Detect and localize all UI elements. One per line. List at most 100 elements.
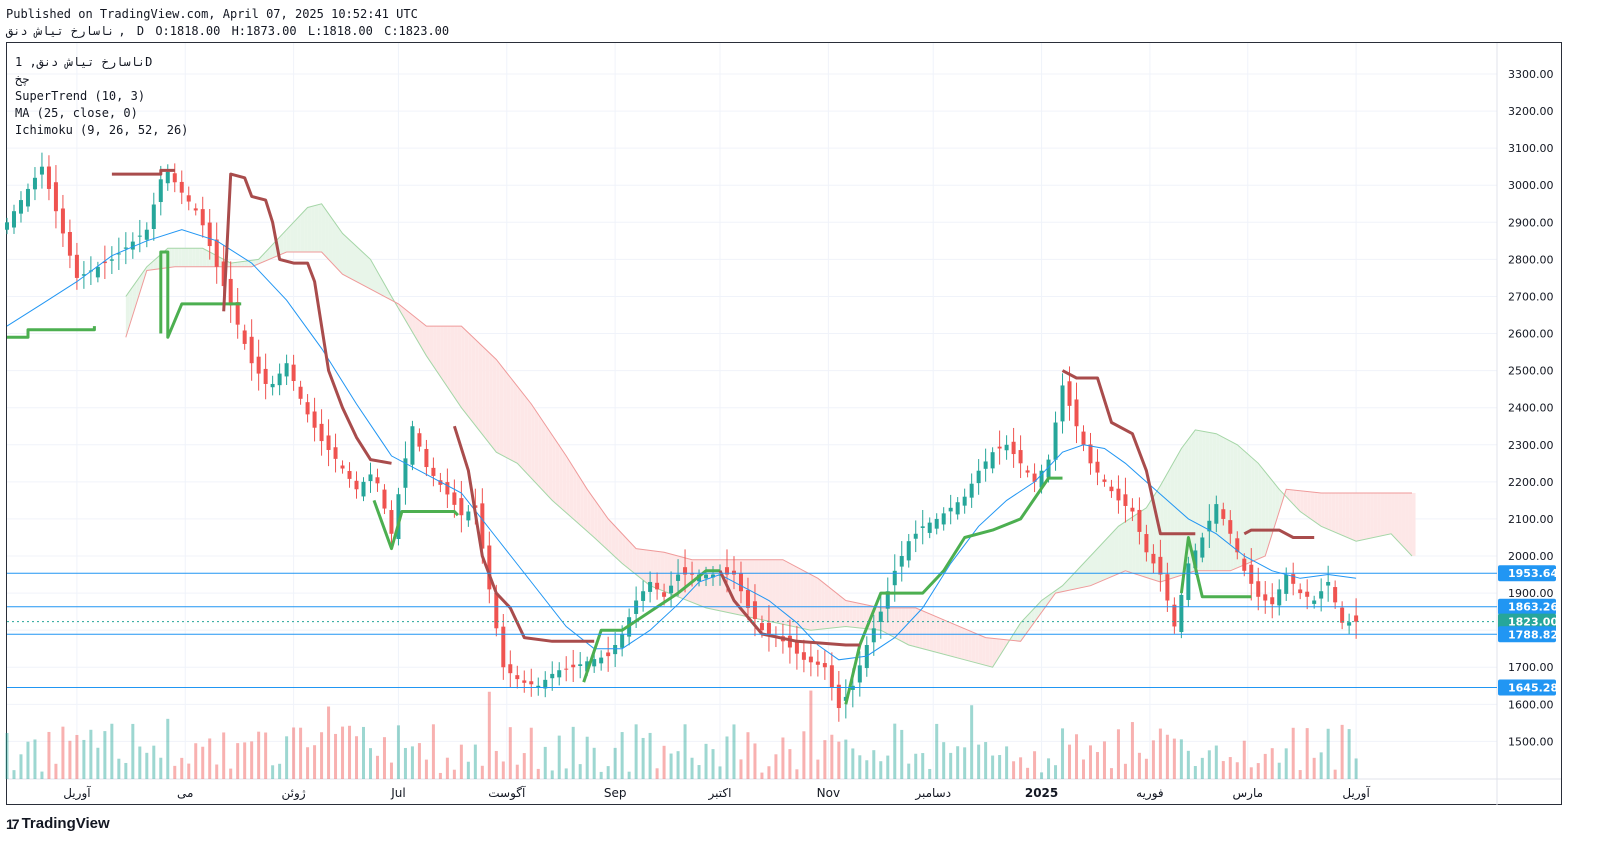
volume-bar: [396, 725, 400, 779]
ichimoku-cloud-segment: [611, 522, 616, 557]
ichimoku-cloud-segment: [199, 248, 203, 267]
candle-body: [550, 673, 555, 679]
ichimoku-cloud-segment: [447, 326, 451, 393]
candle-body: [1060, 385, 1065, 422]
candle-body: [109, 259, 114, 261]
candle-body: [1151, 553, 1156, 564]
volume-bar: [662, 745, 666, 779]
ichimoku-cloud-segment: [580, 478, 584, 529]
y-tick-label: 2100.00: [1508, 513, 1554, 526]
ichimoku-cloud-segment: [503, 368, 507, 458]
volume-bar: [928, 768, 932, 779]
ichimoku-cloud-segment: [1223, 437, 1227, 571]
volume-bar: [445, 757, 449, 779]
price-label: 1788.82: [1508, 628, 1558, 641]
volume-bar: [1270, 748, 1274, 779]
volume-bar: [998, 755, 1002, 779]
ichimoku-cloud-segment: [1401, 492, 1406, 549]
candle-body: [620, 633, 625, 648]
ichimoku-cloud-segment: [286, 226, 291, 252]
volume-bar: [1137, 752, 1141, 779]
volume-bar: [816, 759, 820, 779]
ichimoku-cloud-segment: [520, 390, 525, 471]
ichimoku-cloud-segment: [492, 356, 497, 453]
candle-body: [641, 591, 646, 601]
legend-ichimoku[interactable]: Ichimoku (9, 26, 52, 26): [15, 122, 188, 139]
ichimoku-cloud-segment: [772, 559, 776, 623]
ichimoku-cloud-segment: [660, 551, 665, 592]
candle-body: [808, 656, 813, 663]
ichimoku-cloud-segment: [1230, 441, 1234, 571]
ichimoku-cloud-segment: [831, 589, 836, 628]
candle-body: [445, 482, 450, 495]
x-tick-label: آوریل: [1342, 785, 1370, 801]
x-tick-label: فوریه: [1136, 786, 1164, 801]
candle-body: [74, 254, 79, 278]
volume-bar: [68, 740, 72, 779]
volume-bar: [1333, 769, 1337, 779]
y-tick-label: 2800.00: [1508, 253, 1554, 266]
candle-body: [794, 642, 799, 654]
volume-bar: [327, 706, 331, 779]
candle-body: [340, 465, 345, 469]
candle-body: [955, 502, 960, 515]
candle-body: [1179, 594, 1184, 633]
candle-body: [1102, 479, 1107, 482]
candle-body: [137, 235, 142, 237]
ichimoku-cloud-segment: [664, 552, 668, 593]
volume-bar: [110, 723, 114, 779]
volume-bar: [285, 736, 289, 779]
volume-bar: [54, 763, 58, 779]
candle-body: [948, 507, 953, 512]
candle-body: [997, 446, 1002, 449]
legend-supertrend[interactable]: SuperTrend (10, 3): [15, 88, 188, 105]
volume-bar: [781, 737, 785, 779]
volume-bar: [774, 754, 778, 779]
ichimoku-cloud-segment: [541, 419, 546, 493]
candle-body: [1053, 422, 1058, 460]
candle-body: [941, 513, 946, 525]
volume-bar: [1207, 750, 1211, 779]
volume-bar: [1102, 741, 1106, 779]
candle-body: [193, 208, 198, 211]
ichimoku-cloud-segment: [901, 607, 906, 644]
ichimoku-cloud-segment: [852, 601, 857, 628]
chart-canvas[interactable]: 1500.001600.001700.001800.001900.002000.…: [0, 0, 1598, 858]
volume-bar: [550, 770, 554, 779]
candle-body: [564, 668, 569, 670]
candle-body: [333, 447, 338, 459]
legend-ma[interactable]: MA (25, close, 0): [15, 105, 188, 122]
candle-body: [319, 423, 324, 442]
candle-body: [655, 582, 660, 590]
volume-bar: [466, 761, 470, 779]
candle-body: [200, 209, 205, 226]
volume-bar: [634, 724, 638, 779]
ichimoku-cloud-segment: [353, 243, 357, 282]
candle-body: [39, 166, 44, 175]
ichimoku-cloud-segment: [849, 601, 853, 628]
ichimoku-cloud-segment: [1125, 519, 1129, 572]
ichimoku-cloud-segment: [328, 213, 333, 264]
ichimoku-cloud-segment: [978, 634, 983, 665]
ichimoku-cloud-segment: [587, 489, 591, 535]
ichimoku-cloud-segment: [1251, 457, 1255, 562]
candle-body: [1228, 520, 1233, 534]
volume-bar: [417, 743, 421, 779]
tradingview-footer[interactable]: 17 TradingView: [6, 815, 110, 832]
supertrend-up-line: [7, 326, 96, 339]
ichimoku-cloud-segment: [548, 429, 553, 501]
volume-bar: [501, 761, 505, 779]
tradingview-brand: TradingView: [21, 815, 110, 832]
x-tick-label: ژوئن: [282, 786, 306, 801]
ichimoku-cloud-segment: [1170, 460, 1175, 579]
ichimoku-cloud-segment: [513, 381, 518, 464]
y-tick-label: 3300.00: [1508, 68, 1554, 81]
ichimoku-cloud-segment: [590, 494, 595, 538]
ichimoku-cloud-segment: [1261, 467, 1266, 558]
volume-bar: [627, 771, 631, 779]
volume-bar: [313, 745, 317, 779]
candle-body: [1312, 600, 1317, 604]
ichimoku-cloud-segment: [604, 513, 609, 551]
volume-bar: [194, 743, 198, 779]
tradingview-logo-icon: 17: [6, 815, 20, 832]
